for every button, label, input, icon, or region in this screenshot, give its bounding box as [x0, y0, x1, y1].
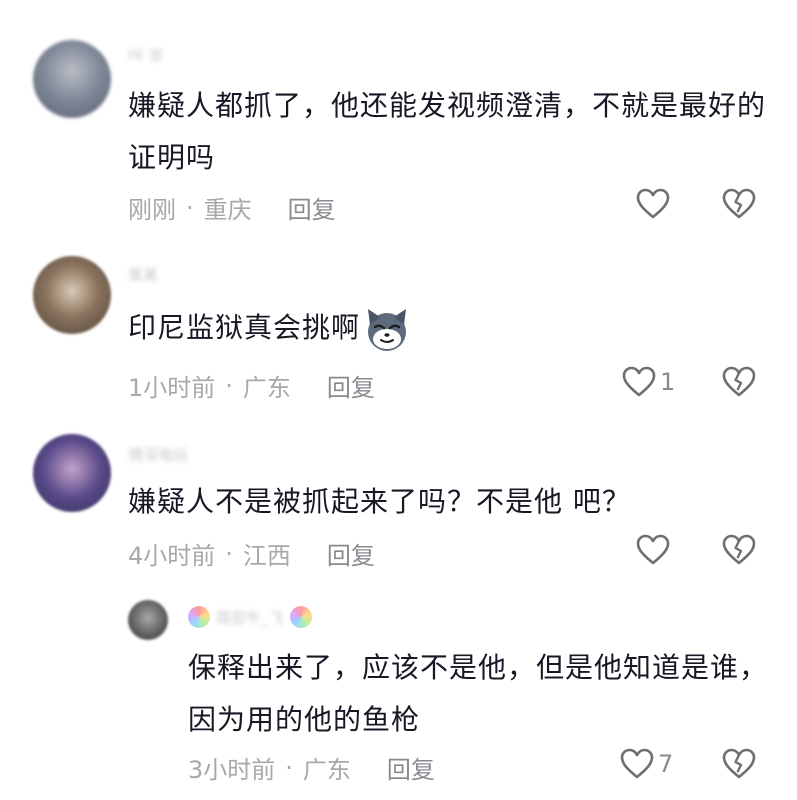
heart-icon — [622, 366, 656, 398]
like-count: 1 — [660, 368, 676, 396]
comment-item: Hi 龙 嫌疑人都抓了，他还能发视频澄清，不就是最好的证明吗 刚刚 · 重庆 回… — [0, 0, 797, 240]
comment-location: 广东 — [302, 756, 351, 784]
heart-icon — [620, 748, 654, 780]
comment-item: 情深电玩 嫌疑人不是被抓起来了吗？不是他 吧？ 4小时前 · 江西 回复 — [0, 420, 797, 590]
comment-text: 印尼监狱真会挑啊 — [128, 302, 768, 354]
comment-text: 嫌疑人都抓了，他还能发视频澄清，不就是最好的证明吗 — [128, 89, 767, 174]
avatar[interactable] — [33, 40, 111, 118]
comment-text: 嫌疑人不是被抓起来了吗？不是他 吧？ — [128, 485, 631, 518]
comment-time: 1小时前 — [128, 374, 216, 402]
username[interactable]: 简若牛_飞 — [216, 607, 284, 628]
dislike-button[interactable] — [722, 188, 756, 220]
comment-item: 某某 印尼监狱真会挑啊 1小时前 · 广东 回复 1 — [0, 240, 797, 420]
broken-heart-icon — [722, 366, 756, 398]
comment-meta: 4小时前 · 江西 回复 — [128, 536, 375, 571]
username[interactable]: 情深电玩 — [128, 444, 188, 465]
avatar[interactable] — [33, 434, 111, 512]
like-button[interactable]: 7 — [620, 748, 673, 780]
comment-meta: 刚刚 · 重庆 回复 — [128, 190, 336, 225]
like-button[interactable]: 1 — [622, 366, 675, 398]
reply-button[interactable]: 回复 — [327, 536, 375, 571]
broken-heart-icon — [722, 748, 756, 780]
dislike-button[interactable] — [722, 366, 756, 398]
reply-item: 简若牛_飞 保释出来了，应该不是他，但是他知道是谁，因为用的他的鱼枪 3小时前 … — [0, 590, 797, 800]
dislike-button[interactable] — [722, 534, 756, 566]
comment-time: 刚刚 — [128, 196, 176, 224]
comment-location: 重庆 — [203, 196, 252, 224]
avatar[interactable] — [33, 256, 111, 334]
comment-text-content: 印尼监狱真会挑啊 — [128, 311, 361, 344]
comment-meta: 1小时前 · 广东 回复 — [128, 368, 375, 403]
avatar[interactable] — [128, 600, 168, 640]
reply-button[interactable]: 回复 — [288, 190, 336, 225]
separator: · — [285, 753, 293, 782]
reply-button[interactable]: 回复 — [387, 750, 435, 785]
reply-username-row: 简若牛_飞 — [188, 606, 312, 628]
like-count: 7 — [658, 750, 674, 778]
like-button[interactable] — [636, 188, 674, 220]
comment-location: 广东 — [242, 374, 291, 402]
separator: · — [186, 193, 194, 222]
broken-heart-icon — [722, 188, 756, 220]
username[interactable]: Hi 龙 — [128, 44, 163, 65]
username[interactable]: 某某 — [128, 264, 158, 285]
separator: · — [225, 539, 233, 568]
dislike-button[interactable] — [722, 748, 756, 780]
comment-time: 3小时前 — [188, 756, 276, 784]
rainbow-icon — [188, 606, 210, 628]
like-button[interactable] — [636, 534, 674, 566]
comment-location: 江西 — [242, 542, 291, 570]
smug-cat-icon — [362, 305, 412, 353]
comment-text: 保释出来了，应该不是他，但是他知道是谁，因为用的他的鱼枪 — [188, 651, 769, 736]
heart-icon — [636, 534, 670, 566]
separator: · — [225, 371, 233, 400]
heart-icon — [636, 188, 670, 220]
comment-meta: 3小时前 · 广东 回复 — [188, 750, 435, 785]
broken-heart-icon — [722, 534, 756, 566]
comment-time: 4小时前 — [128, 542, 216, 570]
rainbow-icon — [289, 606, 312, 628]
reply-button[interactable]: 回复 — [327, 368, 375, 403]
